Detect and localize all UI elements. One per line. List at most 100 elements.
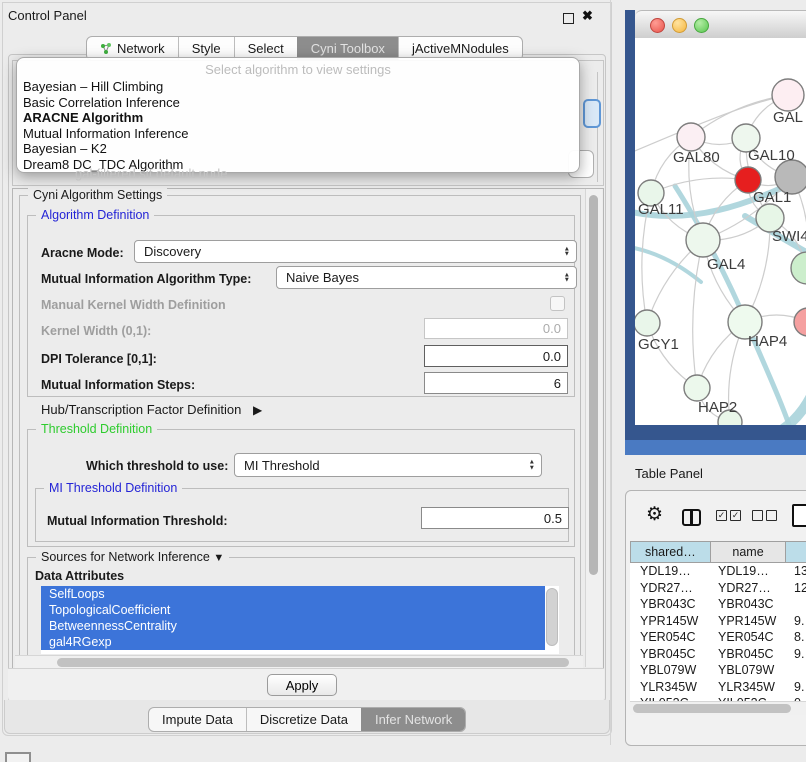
algorithm-option[interactable]: Bayesian – K2: [23, 141, 573, 157]
algorithm-option[interactable]: ARACNE Algorithm: [23, 110, 573, 126]
network-graph[interactable]: GALGAL80GAL10GAL1GAL11SWI4GAL4GCY1HAP4YH…: [635, 38, 806, 425]
settings-hscrollbar-thumb[interactable]: [57, 658, 569, 667]
column-header-A[interactable]: A: [786, 541, 806, 563]
table-row[interactable]: YBR043CYBR043C: [630, 596, 806, 613]
network-node-GAL[interactable]: [772, 79, 804, 111]
network-edge[interactable]: [693, 240, 703, 388]
manual-kernel-checkbox[interactable]: [550, 296, 565, 311]
control-panel: Control Panel ✖ NetworkStyleSelectCyni T…: [0, 0, 612, 762]
table-row[interactable]: YPR145WYPR145W9.: [630, 613, 806, 630]
table-cell: YLR345W: [710, 680, 786, 694]
corner-widget[interactable]: [5, 752, 31, 762]
algorithm-popup-list: Bayesian – Hill ClimbingBasic Correlatio…: [23, 79, 573, 173]
tab-infer-network[interactable]: Infer Network: [361, 708, 465, 731]
table-row[interactable]: YBR045CYBR045C9.: [630, 646, 806, 663]
close-icon[interactable]: ✖: [582, 8, 593, 24]
which-threshold-value: MI Threshold: [244, 458, 320, 473]
node-label-HAP4: HAP4: [748, 333, 787, 350]
document-icon[interactable]: [792, 504, 806, 527]
attribute-item[interactable]: gal4RGexp: [41, 634, 546, 650]
mi-threshold-input[interactable]: 0.5: [421, 507, 569, 529]
table-hscrollbar[interactable]: [630, 701, 806, 715]
network-node-GAL80[interactable]: [677, 123, 705, 151]
aracne-mode-combo[interactable]: Discovery ▲▼: [134, 240, 577, 263]
mi-threshold-group-title: MI Threshold Definition: [44, 481, 182, 495]
attribute-item[interactable]: SelfLoops: [41, 586, 546, 602]
table-cell: 9.: [786, 680, 806, 694]
float-window-icon[interactable]: [563, 13, 574, 24]
table-row[interactable]: YDR27…YDR27…12: [630, 580, 806, 597]
table-row[interactable]: YBL079WYBL079W: [630, 662, 806, 679]
network-node-GAL4[interactable]: [686, 223, 720, 257]
algorithm-option[interactable]: Mutual Information Inference: [23, 126, 573, 142]
network-canvas[interactable]: GALGAL80GAL10GAL1GAL11SWI4GAL4GCY1HAP4YH…: [635, 38, 806, 425]
table-cell: YPR145W: [630, 614, 710, 628]
table-cell: YDR27…: [630, 581, 710, 595]
settings-vscrollbar-thumb[interactable]: [589, 195, 598, 575]
column-header-shared…[interactable]: shared…: [630, 541, 711, 563]
tab-impute-data[interactable]: Impute Data: [149, 708, 246, 731]
table-row[interactable]: YER054CYER054C8.: [630, 629, 806, 646]
table-cell: YDR27…: [710, 581, 786, 595]
settings-vscrollbar[interactable]: [585, 189, 602, 667]
table-row[interactable]: YLR345WYLR345W9.: [630, 679, 806, 696]
algorithm-popup-placeholder: Select algorithm to view settings: [17, 62, 579, 77]
dpi-tolerance-input[interactable]: 0.0: [424, 345, 568, 367]
table-row[interactable]: YDL19…YDL19…13: [630, 563, 806, 580]
combo-stepper-fragment[interactable]: [583, 99, 601, 128]
gear-icon[interactable]: ⚙: [646, 503, 663, 526]
table-cell: 13: [786, 564, 806, 578]
table-cell: YBR043C: [630, 597, 710, 611]
data-attributes-label: Data Attributes: [35, 569, 124, 583]
mi-steps-input[interactable]: 6: [424, 372, 568, 394]
sources-group-title[interactable]: Sources for Network Inference ▼: [36, 550, 229, 564]
close-traffic-light[interactable]: [650, 18, 665, 33]
attributes-scrollbar[interactable]: [545, 586, 559, 654]
tab-label: Select: [248, 41, 284, 56]
mi-steps-label: Mutual Information Steps:: [41, 378, 195, 392]
which-threshold-combo[interactable]: MI Threshold ▲▼: [234, 453, 542, 477]
table-cell: 9.: [786, 614, 806, 628]
mi-type-value: Naive Bayes: [286, 270, 359, 285]
network-node-HAP2[interactable]: [684, 375, 710, 401]
network-window-titlebar[interactable]: [635, 10, 806, 40]
network-selector-ghost: gal-filtered.sif default node: [75, 166, 227, 181]
network-node-GCY1[interactable]: [635, 310, 660, 336]
aracne-mode-label: Aracne Mode:: [41, 246, 124, 260]
kernel-width-input[interactable]: 0.0: [424, 318, 568, 339]
settings-hscrollbar[interactable]: [15, 655, 583, 668]
tab-label: jActiveMNodules: [412, 41, 509, 56]
attribute-item[interactable]: TopologicalCoefficient: [41, 602, 546, 618]
minimize-traffic-light[interactable]: [672, 18, 687, 33]
data-attributes-list[interactable]: SelfLoopsTopologicalCoefficientBetweenne…: [41, 586, 559, 654]
node-label-GAL11: GAL11: [638, 201, 684, 218]
algorithm-option[interactable]: Basic Correlation Inference: [23, 95, 573, 111]
algorithm-option[interactable]: Bayesian – Hill Climbing: [23, 79, 573, 95]
table-cell: 8.: [786, 630, 806, 644]
attribute-item[interactable]: BetweennessCentrality: [41, 618, 546, 634]
collapse-down-icon[interactable]: ▼: [213, 552, 224, 564]
hub-definition-toggle[interactable]: Hub/Transcription Factor Definition ▶: [41, 402, 262, 417]
network-node-grnR[interactable]: [791, 252, 806, 284]
checked-columns-icon[interactable]: ✓✓: [716, 510, 741, 521]
node-label-GAL80: GAL80: [673, 149, 720, 166]
apply-button[interactable]: Apply: [267, 674, 337, 696]
unchecked-columns-icon[interactable]: [752, 510, 777, 521]
zoom-traffic-light[interactable]: [694, 18, 709, 33]
table-hscrollbar-thumb[interactable]: [633, 704, 791, 713]
panel-divider[interactable]: [610, 0, 611, 745]
dpi-tolerance-label: DPI Tolerance [0,1]:: [41, 352, 157, 366]
network-window-border-left: [625, 10, 635, 440]
attributes-scrollbar-thumb[interactable]: [546, 588, 558, 646]
expand-right-icon[interactable]: ▶: [253, 403, 262, 417]
tab-discretize-data[interactable]: Discretize Data: [246, 708, 361, 731]
network-window-border-bottom-outer: [625, 440, 806, 455]
mi-type-combo[interactable]: Naive Bayes ▲▼: [276, 266, 577, 289]
column-header-name[interactable]: name: [711, 541, 787, 563]
node-table-rows: YDL19…YDL19…13YDR27…YDR27…12YBR043CYBR04…: [630, 563, 806, 701]
network-window-border-bottom: [625, 425, 806, 440]
network-node-Y[interactable]: [794, 308, 806, 336]
stepper-icon: ▲▼: [529, 460, 535, 471]
cyni-algorithm-settings-title: Cyni Algorithm Settings: [28, 188, 167, 202]
split-pane-icon[interactable]: [682, 509, 701, 526]
